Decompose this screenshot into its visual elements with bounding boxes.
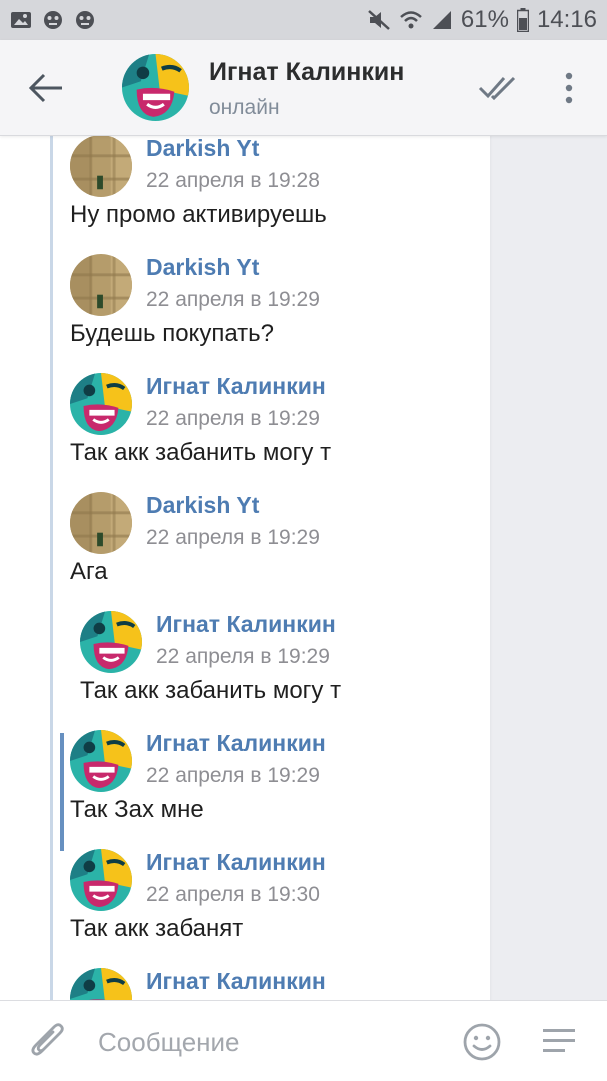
wifi-icon bbox=[400, 11, 422, 29]
message-date: 22 апреля в 19:29 bbox=[146, 764, 320, 787]
battery-percent: 61% bbox=[460, 6, 509, 33]
message-author[interactable]: Darkish Yt bbox=[146, 254, 259, 281]
emoji-icon[interactable] bbox=[462, 1022, 502, 1062]
message-author[interactable]: Игнат Калинкин bbox=[146, 730, 326, 757]
app-icon bbox=[44, 11, 62, 29]
message-date: 22 апреля в 19:28 bbox=[146, 169, 320, 192]
app-icon bbox=[76, 11, 94, 29]
message-text: Ну промо активируешь bbox=[70, 201, 327, 228]
back-arrow-icon[interactable] bbox=[28, 72, 64, 104]
avatar[interactable] bbox=[80, 611, 142, 673]
message-author[interactable]: Игнат Калинкин bbox=[146, 373, 326, 400]
message-author[interactable]: Darkish Yt bbox=[146, 492, 259, 519]
battery-icon bbox=[516, 8, 529, 32]
nested-forward-line bbox=[60, 733, 64, 851]
message-author[interactable]: Игнат Калинкин bbox=[146, 849, 326, 876]
message-date: 22 апреля в 19:29 bbox=[146, 407, 320, 430]
mute-icon bbox=[368, 10, 390, 30]
message-input[interactable] bbox=[96, 1019, 430, 1065]
status-bar: 61% 14:16 bbox=[0, 0, 607, 40]
message-author[interactable]: Игнат Калинкин bbox=[156, 611, 336, 638]
message-text: Так Зах мне bbox=[70, 796, 204, 823]
double-check-icon[interactable] bbox=[478, 74, 518, 102]
message-date: 22 апреля в 19:30 bbox=[146, 883, 320, 906]
avatar[interactable] bbox=[70, 730, 132, 792]
message-text: Так акк забанят bbox=[70, 915, 244, 942]
avatar[interactable] bbox=[70, 373, 132, 435]
online-status: онлайн bbox=[209, 96, 280, 119]
avatar[interactable] bbox=[70, 135, 132, 197]
clock: 14:16 bbox=[536, 6, 597, 33]
message-date: 22 апреля в 19:29 bbox=[156, 645, 330, 668]
chat-title[interactable]: Игнат Калинкин bbox=[209, 58, 404, 87]
compose-bar bbox=[0, 1000, 607, 1081]
message-date: 22 апреля в 19:29 bbox=[146, 288, 320, 311]
more-vertical-icon[interactable] bbox=[561, 70, 577, 106]
message-text: Ага bbox=[70, 558, 108, 585]
gallery-icon bbox=[11, 12, 31, 28]
message-author[interactable]: Игнат Калинкин bbox=[146, 968, 326, 995]
avatar[interactable] bbox=[70, 849, 132, 911]
message-list[interactable]: Darkish Yt 22 апреля в 19:28 Ну промо ак… bbox=[0, 135, 607, 1000]
message-date: 22 апреля в 19:29 bbox=[146, 526, 320, 549]
message-text: Так акк забанить могу т bbox=[80, 677, 342, 704]
status-notifications bbox=[10, 10, 96, 30]
chat-header: Игнат Калинкин онлайн bbox=[0, 40, 607, 136]
status-indicators: 61% 14:16 bbox=[367, 6, 597, 34]
message-text: Так акк забанить могу т bbox=[70, 439, 332, 466]
message-text: Будешь покупать? bbox=[70, 320, 274, 347]
avatar[interactable] bbox=[70, 492, 132, 554]
avatar[interactable] bbox=[70, 254, 132, 316]
menu-icon[interactable] bbox=[541, 1025, 577, 1057]
message-author[interactable]: Darkish Yt bbox=[146, 135, 259, 162]
signal-icon bbox=[432, 11, 451, 29]
attach-icon[interactable] bbox=[28, 1021, 68, 1063]
forward-line bbox=[50, 135, 53, 1000]
avatar[interactable] bbox=[122, 54, 189, 121]
